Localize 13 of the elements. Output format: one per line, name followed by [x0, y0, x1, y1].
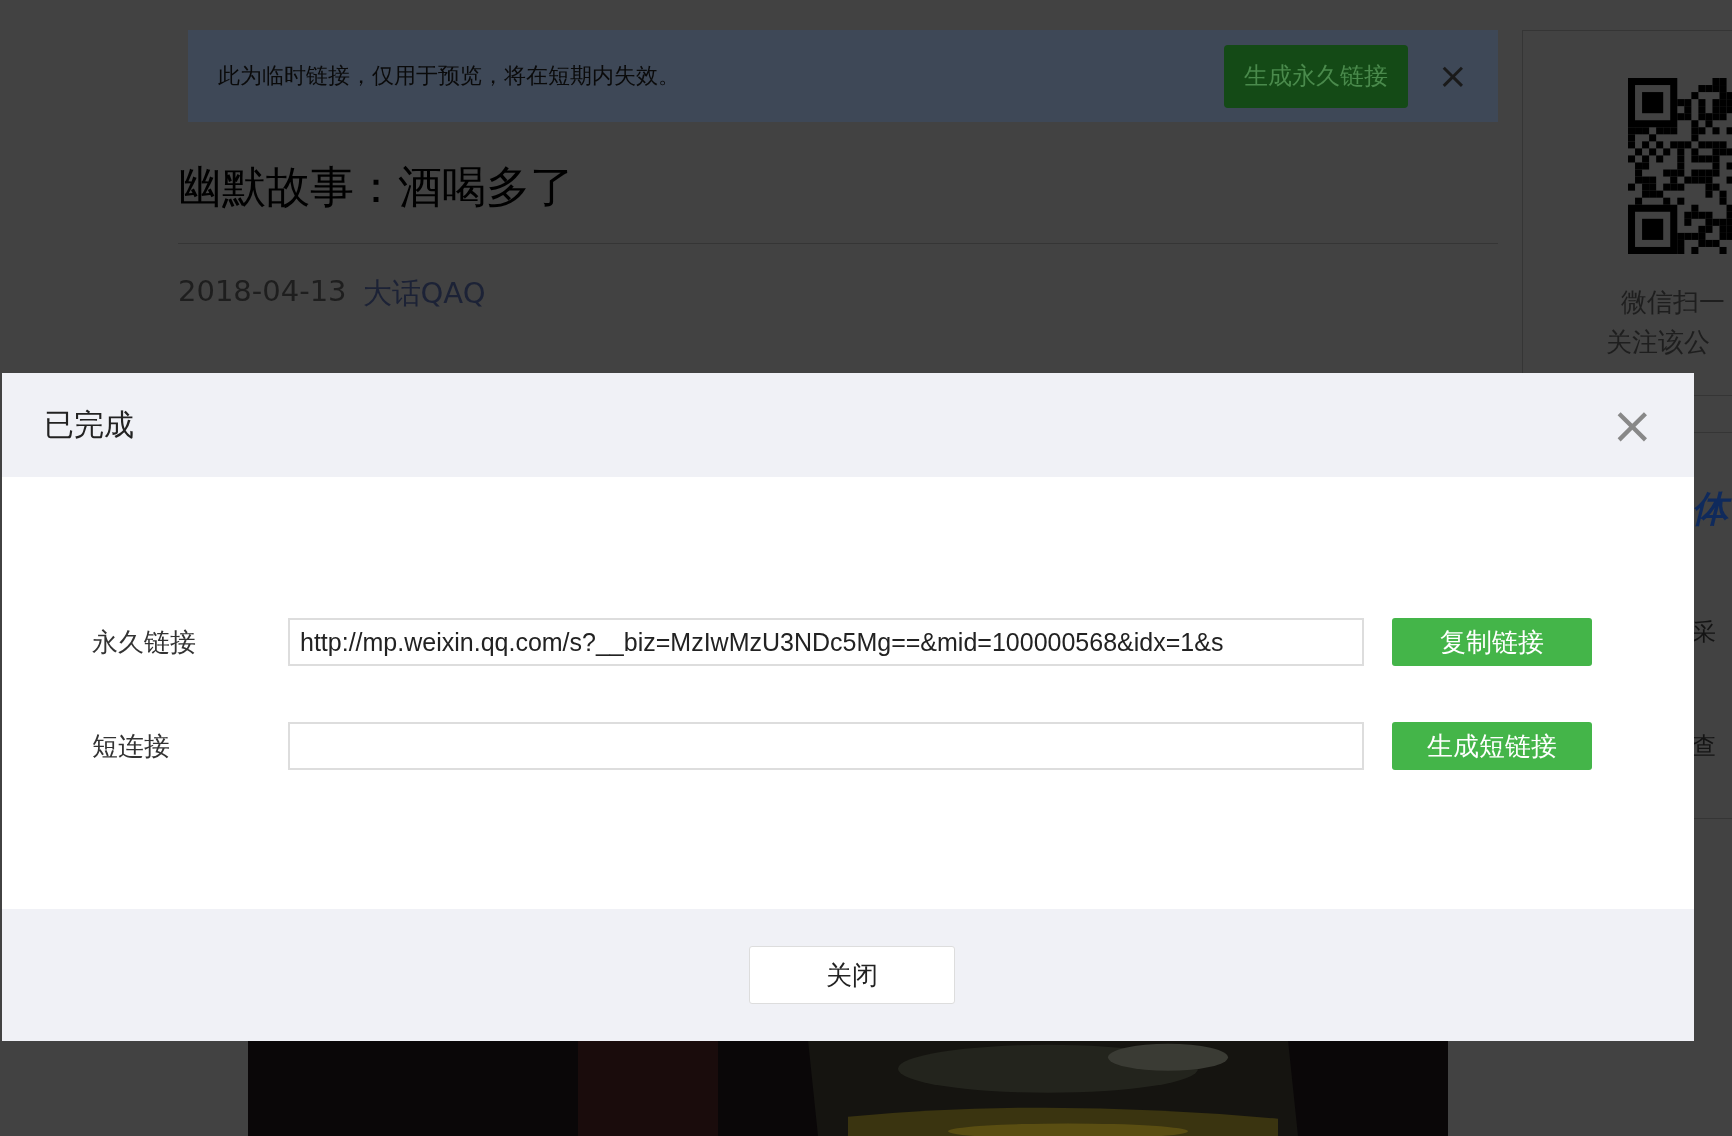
- field-label: 短连接: [91, 729, 171, 763]
- field-label: 永久链接: [91, 625, 197, 659]
- close-dialog-button[interactable]: 关闭: [749, 946, 955, 1004]
- copy-link-button[interactable]: 复制链接: [1392, 618, 1592, 666]
- link-field[interactable]: http://mp.weixin.qq.com/s?__biz=MzIwMzU3NDc5Mg==&mid=100000568&idx=1&s: [288, 618, 1364, 666]
- generate-link-button[interactable]: 生成永久链接: [1223, 44, 1408, 108]
- dialog-title: 已完成: [44, 405, 134, 444]
- close-button[interactable]: ×: [1610, 399, 1654, 451]
- close-button[interactable]: ×: [1437, 58, 1468, 94]
- generate-short-link-button[interactable]: 生成短链接: [1392, 722, 1592, 770]
- article-title: 幽默故事：酒喝多了: [178, 158, 1498, 244]
- notice-text: 此为临时链接，仅用于预览，将在短期内失效。: [218, 62, 681, 90]
- link-field[interactable]: [288, 722, 1364, 770]
